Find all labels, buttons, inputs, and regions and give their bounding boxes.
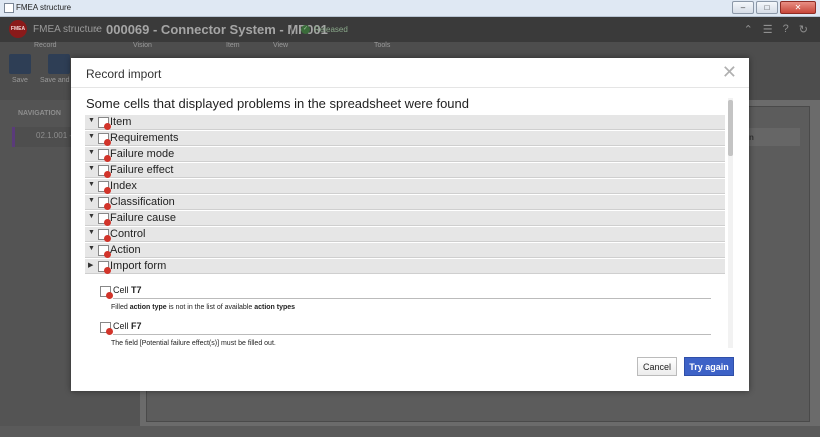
list-icon[interactable]: ☰ [763, 23, 773, 36]
minimize-button[interactable]: – [732, 1, 754, 14]
caret-down-icon[interactable]: ▼ [88, 245, 95, 252]
section-action[interactable]: ▼ Action [85, 243, 725, 258]
save-and-exit-icon[interactable] [48, 54, 70, 74]
caret-down-icon[interactable]: ▼ [88, 133, 95, 140]
problem-list-scrollbar[interactable] [728, 98, 733, 348]
section-item[interactable]: ▼ Item [85, 115, 725, 130]
check-icon: ✓ [301, 25, 310, 34]
dialog-heading: Some cells that displayed problems in th… [86, 96, 469, 111]
section-label: Index [110, 180, 137, 192]
section-label: Item [110, 116, 132, 128]
caret-down-icon[interactable]: ▼ [88, 229, 95, 236]
header-divider: | [290, 22, 294, 36]
window-titlebar: FMEA structure – □ ✕ [0, 0, 820, 17]
caret-down-icon[interactable]: ▼ [88, 213, 95, 220]
spreadsheet-error-icon [98, 213, 111, 226]
save-button-label: Save [12, 77, 28, 84]
maximize-button[interactable]: □ [756, 1, 778, 14]
spreadsheet-error-icon [98, 197, 111, 210]
chevron-right-icon: › [94, 22, 98, 36]
try-again-button[interactable]: Try again [684, 357, 734, 376]
status-badge: Released [314, 25, 348, 34]
close-icon[interactable]: ✕ [722, 63, 737, 81]
cell-error-message: Filled action type is not in the list of… [111, 304, 296, 311]
cell-title: Cell F7 [113, 321, 142, 331]
toolbar-group-vision: Vision [133, 42, 152, 49]
section-label: Import form [110, 260, 167, 272]
dialog-footer: Cancel Try again [71, 348, 749, 391]
dialog-header: Record import ✕ [71, 58, 749, 88]
spreadsheet-error-icon [98, 133, 111, 146]
caret-down-icon[interactable]: ▼ [88, 165, 95, 172]
section-index[interactable]: ▼ Index [85, 179, 725, 194]
section-control[interactable]: ▼ Control [85, 227, 725, 242]
spreadsheet-error-icon [98, 261, 111, 274]
spreadsheet-error-icon [98, 229, 111, 242]
save-icon[interactable] [9, 54, 31, 74]
caret-right-icon[interactable]: ▶ [88, 261, 93, 269]
scrollbar-thumb[interactable] [728, 100, 733, 156]
cancel-button[interactable]: Cancel [637, 357, 677, 376]
spreadsheet-error-icon [98, 245, 111, 258]
caret-down-icon[interactable]: ▼ [88, 117, 95, 124]
help-icon[interactable]: ? [783, 23, 789, 36]
spreadsheet-error-icon [98, 149, 111, 162]
section-classification[interactable]: ▼ Classification [85, 195, 725, 210]
section-failure-cause[interactable]: ▼ Failure cause [85, 211, 725, 226]
cell-error-icon [100, 322, 113, 335]
cell-divider [113, 334, 711, 335]
section-label: Failure effect [110, 164, 174, 176]
section-failure-effect[interactable]: ▼ Failure effect [85, 163, 725, 178]
section-label: Failure cause [110, 212, 177, 224]
background-column-header-text: n [749, 133, 754, 142]
toolbar-group-view: View [273, 42, 289, 49]
record-title: 000069 - Connector System - MF001 [106, 22, 328, 37]
section-label: Requirements [110, 132, 179, 144]
section-label: Control [110, 228, 146, 240]
cell-divider [113, 298, 711, 299]
section-label: Classification [110, 196, 175, 208]
navigation-title: NAVIGATION [18, 110, 61, 117]
spreadsheet-error-icon [98, 117, 111, 130]
section-requirements[interactable]: ▼ Requirements [85, 131, 725, 146]
cell-error-icon [100, 286, 113, 299]
refresh-icon[interactable]: ↻ [799, 23, 808, 36]
window-controls: – □ ✕ [732, 1, 816, 14]
toolbar-group-record: Record [34, 42, 57, 49]
window-title: FMEA structure [16, 3, 72, 12]
toolbar-group-item: Item [226, 42, 240, 49]
close-window-button[interactable]: ✕ [780, 1, 816, 14]
record-import-dialog: Record import ✕ Some cells that displaye… [71, 58, 749, 391]
toolbar-group-tools: Tools [374, 42, 391, 49]
breadcrumb[interactable]: FMEA structure [33, 24, 102, 35]
spreadsheet-error-icon [98, 165, 111, 178]
app-window-icon [4, 3, 14, 13]
status-strip [0, 426, 820, 437]
problem-list: ▼ Item ▼ Requirements ▼ Failure mode ▼ F… [85, 115, 725, 347]
caret-down-icon[interactable]: ▼ [88, 197, 95, 204]
section-failure-mode[interactable]: ▼ Failure mode [85, 147, 725, 162]
app-header: FMEA FMEA structure › 000069 - Connector… [0, 17, 820, 42]
caret-down-icon[interactable]: ▼ [88, 181, 95, 188]
cell-error-message: The field [Potential failure effect(s)] … [111, 340, 276, 347]
cell-title: Cell T7 [113, 285, 142, 295]
spreadsheet-error-icon [98, 181, 111, 194]
caret-down-icon[interactable]: ▼ [88, 149, 95, 156]
nav-tree-item-label: 02.1.001 - [36, 131, 73, 140]
fmea-logo-icon: FMEA [9, 20, 27, 38]
dialog-title: Record import [86, 67, 162, 81]
section-label: Failure mode [110, 148, 175, 160]
section-label: Action [110, 244, 141, 256]
section-import-form[interactable]: ▶ Import form [85, 259, 725, 274]
collapse-icon[interactable]: ⌃ [744, 23, 753, 36]
header-actions: ⌃ ☰ ? ↻ [744, 23, 808, 36]
